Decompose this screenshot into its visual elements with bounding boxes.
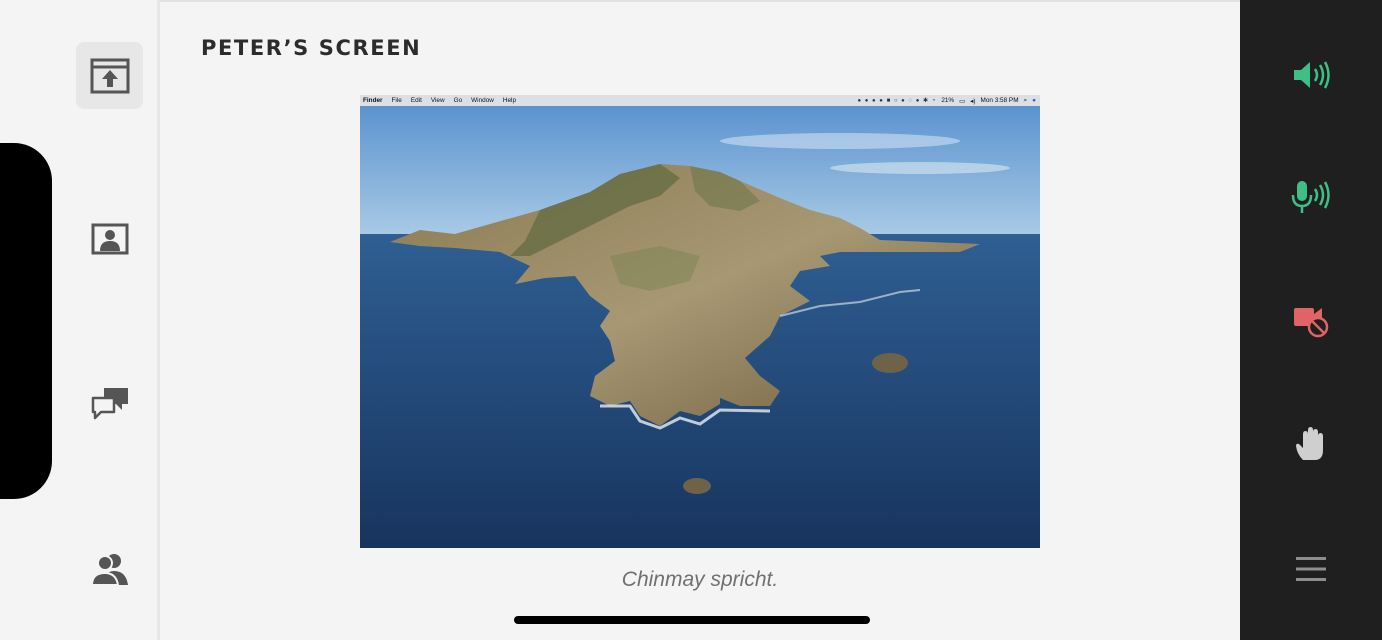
mac-menu-bar: Finder File Edit View Go Window Help ● ●… [360,95,1040,106]
speaker-icon [1294,61,1330,89]
raise-hand-icon [1296,427,1323,460]
presenter-video-icon [91,223,128,254]
main-content: PETER’S SCREEN Finder File Edit View Go … [160,0,1240,640]
device-notch [0,143,52,499]
shared-screen-view[interactable]: Finder File Edit View Go Window Help ● ●… [360,95,1040,548]
menu-item-view: View [430,97,445,104]
island-wallpaper [360,106,1040,548]
clock: Mon 3:58 PM [980,97,1019,104]
left-sidebar [0,0,160,640]
battery-icon: ▭ [959,97,966,105]
microphone-button[interactable] [1287,173,1335,221]
video-button[interactable] [76,205,143,272]
menu-button[interactable] [1287,545,1335,593]
camera-off-icon [1294,308,1329,338]
chat-button[interactable] [76,370,143,437]
share-screen-icon [90,58,129,93]
hamburger-menu-icon [1296,557,1326,581]
page-title: PETER’S SCREEN [201,36,422,60]
menu-item-help: Help [502,97,517,104]
microphone-icon [1291,181,1330,213]
status-icons: ● ● ● ● ■ ○ ● ◌ ● ✱ ◔ [857,98,937,104]
spotlight-icon: ⌕ [1023,96,1028,104]
right-controls-panel [1240,0,1382,640]
menu-item-finder: Finder [363,97,383,104]
menu-item-file: File [391,97,402,104]
attendees-button[interactable] [76,535,143,602]
menu-bar-status: ● ● ● ● ■ ○ ● ◌ ● ✱ ◔ 21% ▭ ◂) Mon 3:58 … [857,97,1040,105]
share-screen-button[interactable] [76,42,143,109]
menu-item-window: Window [471,97,494,104]
camera-button[interactable] [1287,296,1335,344]
chat-bubbles-icon [91,387,128,419]
attendees-icon [90,553,128,586]
speaker-button[interactable] [1287,51,1335,99]
volume-icon: ◂) [970,97,976,105]
speaking-status: Chinmay spricht. [621,568,779,591]
menu-item-go: Go [453,97,463,104]
menu-item-edit: Edit [410,97,422,104]
battery-percent: 21% [941,97,955,104]
siri-icon: ● [1032,97,1036,104]
home-indicator [514,616,870,624]
raise-hand-button[interactable] [1287,420,1335,468]
